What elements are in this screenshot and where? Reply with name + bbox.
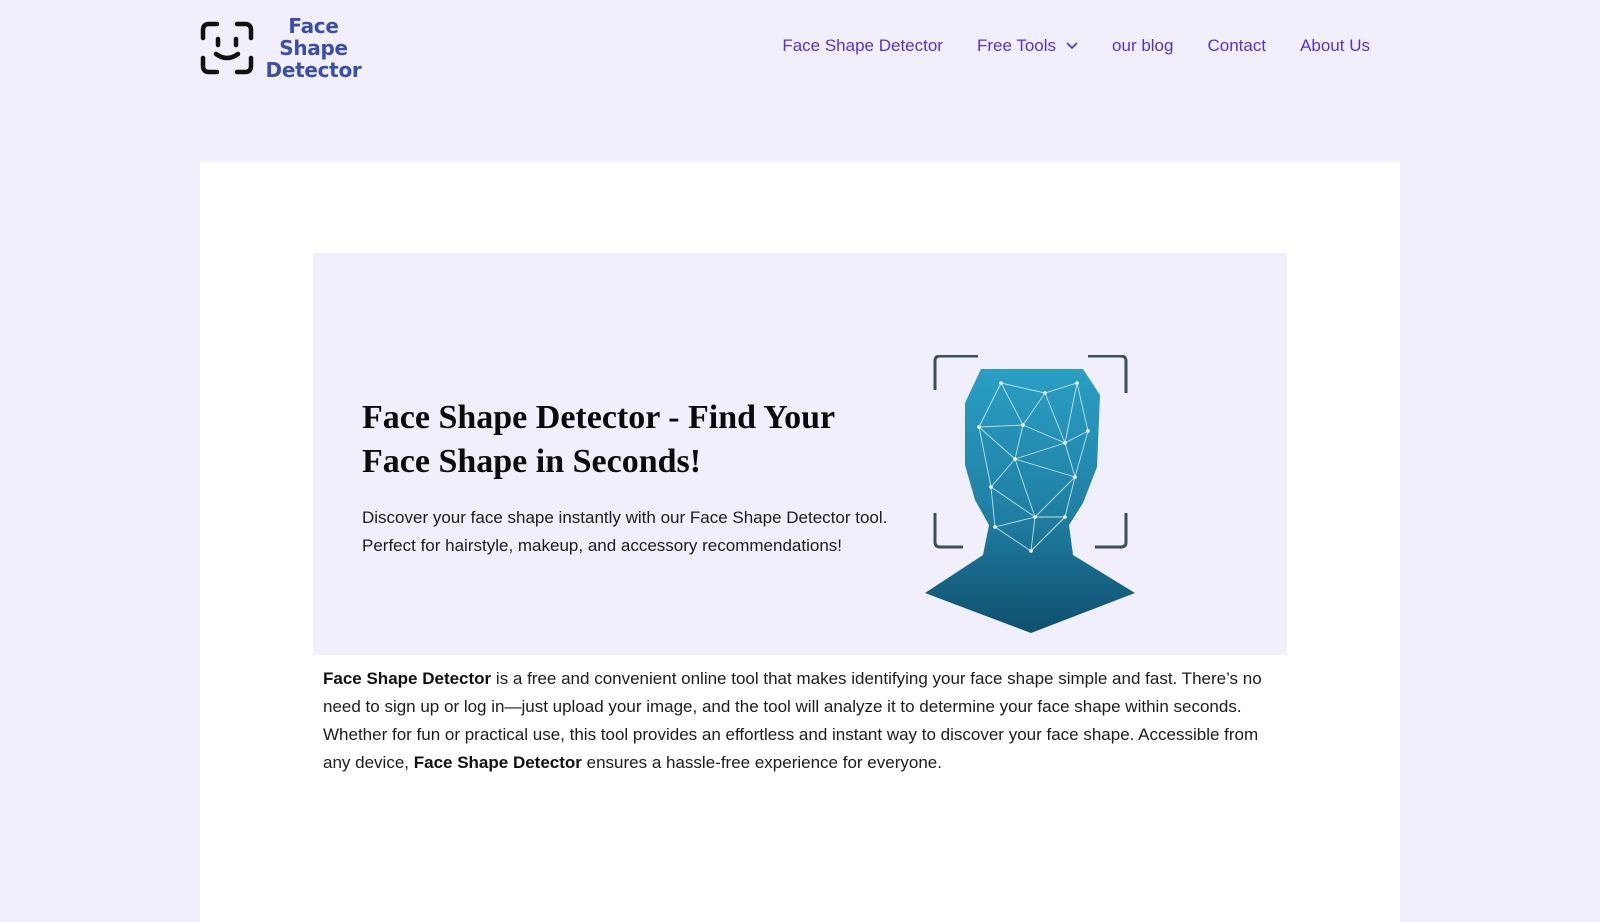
page-title: Face Shape Detector - Find Your Face Sha…: [362, 399, 835, 480]
face-scan-illustration: [925, 355, 1135, 633]
content-card: Face Shape Detector - Find Your Face Sha…: [200, 162, 1400, 922]
logo-wordmark: Face Shape Detector: [257, 15, 370, 81]
nav-contact[interactable]: Contact: [1207, 36, 1266, 56]
nav-label: Face Shape Detector: [782, 36, 943, 55]
nav-label: Contact: [1207, 36, 1267, 55]
logo-line-1: Face Shape: [279, 14, 348, 60]
site-header: Face Shape Detector Face Shape Detector …: [0, 0, 1600, 100]
smiley-face-logo-icon: [200, 21, 254, 75]
nav-free-tools[interactable]: Free Tools: [977, 36, 1078, 56]
main-nav: Face Shape Detector Free Tools our blog …: [782, 34, 1370, 58]
intro-bold-mid: Face Shape Detector: [413, 753, 582, 772]
intro-text-2: ensures a hassle-free experience for eve…: [581, 753, 942, 772]
logo-line-2: Detector: [265, 58, 362, 82]
intro-bold-lead: Face Shape Detector: [323, 669, 492, 688]
nav-about-us[interactable]: About Us: [1300, 36, 1370, 56]
hero-banner: Face Shape Detector - Find Your Face Sha…: [313, 253, 1287, 655]
nav-face-shape-detector[interactable]: Face Shape Detector: [782, 36, 943, 56]
nav-label: Free Tools: [976, 36, 1057, 55]
chevron-down-icon: [1066, 42, 1078, 49]
nav-our-blog[interactable]: our blog: [1112, 36, 1173, 56]
nav-label: our blog: [1112, 36, 1174, 55]
intro-paragraph: Face Shape Detector is a free and conven…: [323, 665, 1283, 777]
nav-label: About Us: [1300, 36, 1370, 55]
hero-description: Discover your face shape instantly with …: [362, 508, 888, 555]
site-logo[interactable]: Face Shape Detector: [200, 15, 370, 81]
